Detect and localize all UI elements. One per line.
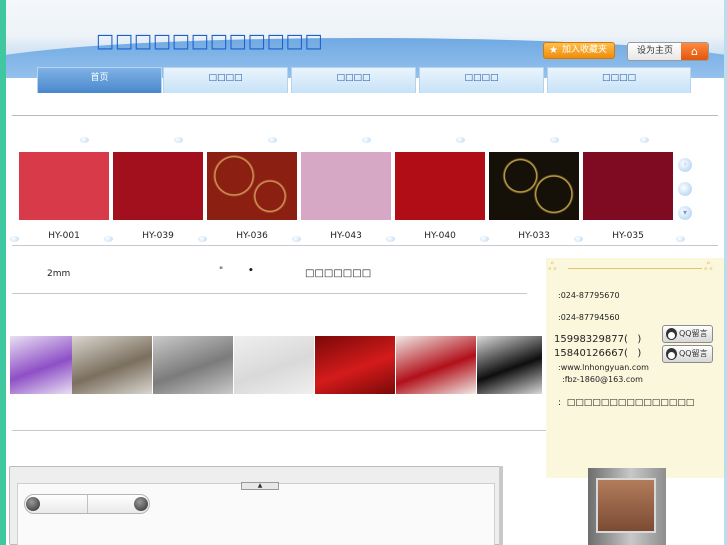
- intro-text: □□□□□□□: [305, 268, 372, 279]
- phone-1: :024-87795670: [558, 291, 620, 300]
- product-code[interactable]: HY-039: [113, 231, 203, 241]
- qq-penguin-icon: [666, 328, 677, 340]
- qq-penguin-icon: [666, 348, 677, 360]
- ornament-line: [568, 268, 702, 269]
- swirl-ornament-icon: ஃ: [704, 260, 713, 273]
- scroll-down-icon[interactable]: ▾: [678, 206, 692, 220]
- mobile-2: 15840126667( ): [554, 348, 642, 359]
- bullet-dot: •: [248, 266, 254, 276]
- product-code[interactable]: HY-043: [301, 231, 391, 241]
- collapse-button[interactable]: ▲: [241, 482, 279, 490]
- decor-bubble: [104, 236, 113, 242]
- decor-bubble: [550, 137, 559, 143]
- product-code[interactable]: HY-035: [583, 231, 673, 241]
- product-thumb[interactable]: [301, 152, 391, 220]
- contact-decor: ஃ ஃ: [546, 260, 724, 274]
- products-divider: [12, 245, 718, 246]
- set-homepage-label: 设为主页: [637, 46, 674, 56]
- decor-bubble: [640, 137, 649, 143]
- intro-divider: [12, 293, 527, 294]
- decor-bubble: [362, 137, 371, 143]
- product-code[interactable]: HY-036: [207, 231, 297, 241]
- panel-shadow: [499, 466, 503, 545]
- star-icon: ★: [549, 45, 558, 56]
- segmented-control[interactable]: [24, 494, 150, 514]
- intro-row: 2mm " • □□□□□□□: [0, 260, 540, 290]
- gallery-photo[interactable]: [396, 336, 476, 394]
- product-code[interactable]: HY-040: [395, 231, 485, 241]
- product-thumb[interactable]: [19, 152, 109, 220]
- add-favorite-button[interactable]: ★ 加入收藏夹: [543, 42, 615, 59]
- decor-bubble: [10, 236, 19, 242]
- product-strip: ◦ ▾ HY-001 HY-039 HY-036 HY-043 HY-040 H…: [0, 137, 727, 250]
- gallery-photo[interactable]: [315, 336, 395, 394]
- main-nav: 首页 □□□□ □□□□ □□□□ □□□□: [37, 67, 691, 93]
- decor-bubble: [480, 236, 489, 242]
- left-cap-icon: [26, 497, 40, 511]
- gallery-photo[interactable]: [10, 336, 72, 394]
- phone-2: :024-87794560: [558, 313, 620, 322]
- nav-item-home[interactable]: 首页: [37, 67, 162, 93]
- site-title: □□□□□□□□□□□□: [96, 30, 324, 52]
- home-icon: ⌂: [681, 43, 708, 60]
- qq-message-button[interactable]: QQ留言: [662, 325, 713, 343]
- set-homepage-button[interactable]: 设为主页 ⌂: [627, 42, 709, 61]
- cabinet-photo[interactable]: [588, 468, 666, 545]
- nav-item-5[interactable]: □□□□: [547, 67, 691, 93]
- product-thumb[interactable]: [395, 152, 485, 220]
- gallery-photo[interactable]: [153, 336, 233, 394]
- quote-mark: ": [219, 266, 224, 276]
- nav-item-3[interactable]: □□□□: [291, 67, 416, 93]
- product-thumb[interactable]: [207, 152, 297, 220]
- decor-bubble: [676, 236, 685, 242]
- qq-message-button[interactable]: QQ留言: [662, 345, 713, 363]
- bottom-panel: ▲: [9, 466, 501, 545]
- nav-divider: [12, 115, 718, 116]
- qq-message-label: QQ留言: [679, 349, 708, 358]
- decor-bubble: [386, 236, 395, 242]
- decor-bubble: [174, 137, 183, 143]
- product-code[interactable]: HY-033: [489, 231, 579, 241]
- decor-bubble: [456, 137, 465, 143]
- thickness-text: 2mm: [47, 269, 71, 279]
- decor-bubble: [574, 236, 583, 242]
- website-link[interactable]: :www.lnhongyuan.com: [558, 363, 649, 372]
- mobile-1: 15998329877( ): [554, 334, 642, 345]
- decor-bubble: [292, 236, 301, 242]
- product-code[interactable]: HY-001: [19, 231, 109, 241]
- product-thumb[interactable]: [489, 152, 579, 220]
- decor-bubble: [268, 137, 277, 143]
- contact-panel: ஃ ஃ :024-87795670 :024-87794560 15998329…: [546, 258, 724, 478]
- qq-message-label: QQ留言: [679, 329, 708, 338]
- product-thumb[interactable]: [583, 152, 673, 220]
- cabinet-door: [596, 478, 656, 533]
- address-text: : □□□□□□□□□□□□□□□: [558, 398, 695, 408]
- gallery-photo[interactable]: [477, 336, 542, 394]
- decor-bubble: [198, 236, 207, 242]
- decor-bubble: [678, 182, 692, 196]
- segment-divider: [87, 495, 88, 513]
- right-cap-icon: [134, 497, 148, 511]
- bottom-panel-content: [17, 483, 495, 545]
- photo-gallery: [10, 336, 542, 394]
- email-link[interactable]: :fbz-1860@163.com: [562, 375, 643, 384]
- product-thumb[interactable]: [113, 152, 203, 220]
- gallery-photo[interactable]: [234, 336, 314, 394]
- add-favorite-label: 加入收藏夹: [562, 45, 608, 55]
- scroll-up-icon[interactable]: ◦: [678, 158, 692, 172]
- decor-bubble: [80, 137, 89, 143]
- nav-item-2[interactable]: □□□□: [163, 67, 288, 93]
- swirl-ornament-icon: ஃ: [548, 260, 557, 273]
- nav-item-4[interactable]: □□□□: [419, 67, 544, 93]
- gallery-photo[interactable]: [72, 336, 152, 394]
